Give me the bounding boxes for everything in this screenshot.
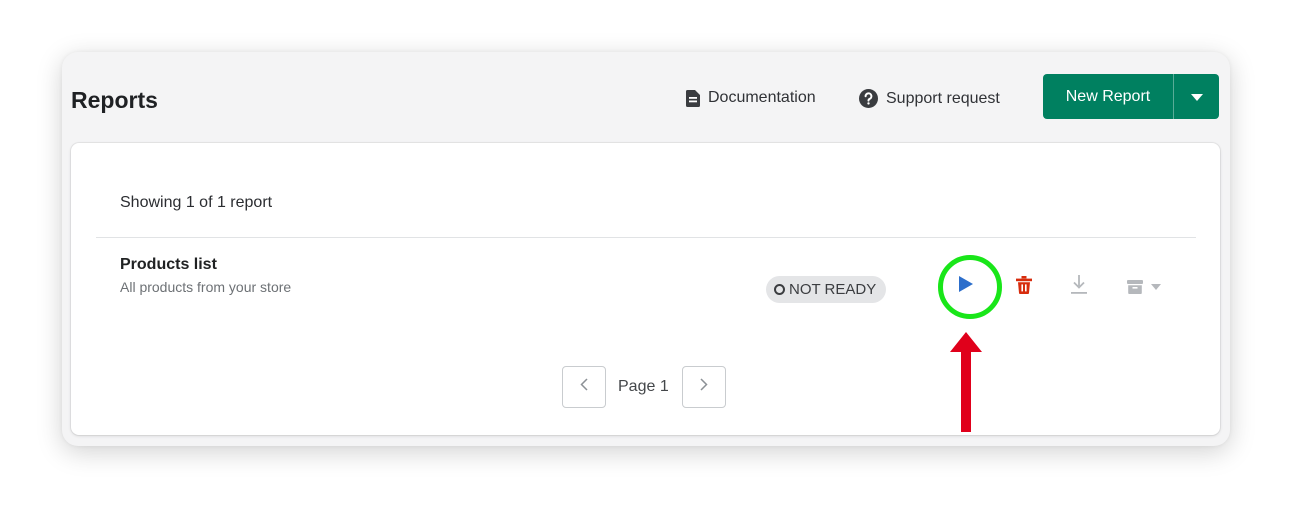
chevron-right-icon [700, 378, 708, 396]
status-dot-icon [774, 284, 785, 295]
download-report-button[interactable] [1067, 274, 1091, 300]
delete-report-button[interactable] [1013, 275, 1035, 299]
archive-menu-button[interactable] [1121, 276, 1167, 298]
caret-down-icon [1151, 284, 1161, 290]
support-request-link[interactable]: Support request [859, 89, 1000, 108]
chevron-left-icon [580, 378, 588, 396]
page-title: Reports [71, 87, 158, 113]
question-circle-icon [859, 89, 878, 108]
document-icon [686, 89, 700, 107]
support-request-label: Support request [886, 89, 1000, 107]
previous-page-button[interactable] [562, 366, 606, 408]
archive-icon [1127, 279, 1143, 295]
results-count: Showing 1 of 1 report [120, 194, 273, 211]
annotation-arrow [950, 332, 982, 432]
play-icon [959, 275, 973, 297]
status-label: NOT READY [789, 281, 877, 298]
new-report-button[interactable]: New Report [1043, 74, 1173, 119]
report-description: All products from your store [120, 279, 292, 295]
report-name[interactable]: Products list [120, 256, 217, 274]
documentation-label: Documentation [708, 89, 816, 106]
status-badge: NOT READY [766, 276, 887, 303]
trash-icon [1016, 275, 1032, 299]
documentation-link[interactable]: Documentation [686, 89, 816, 107]
reports-window: Reports Documentation Support request Ne… [62, 52, 1230, 446]
new-report-button-group: New Report [1043, 74, 1219, 119]
reports-card: Showing 1 of 1 report Products list All … [71, 143, 1220, 435]
caret-down-icon [1190, 88, 1203, 106]
run-report-button[interactable] [951, 271, 981, 301]
new-report-menu-button[interactable] [1174, 74, 1219, 119]
page-indicator: Page 1 [618, 378, 669, 395]
next-page-button[interactable] [682, 366, 726, 408]
download-icon [1071, 275, 1087, 299]
list-divider [96, 237, 1196, 238]
